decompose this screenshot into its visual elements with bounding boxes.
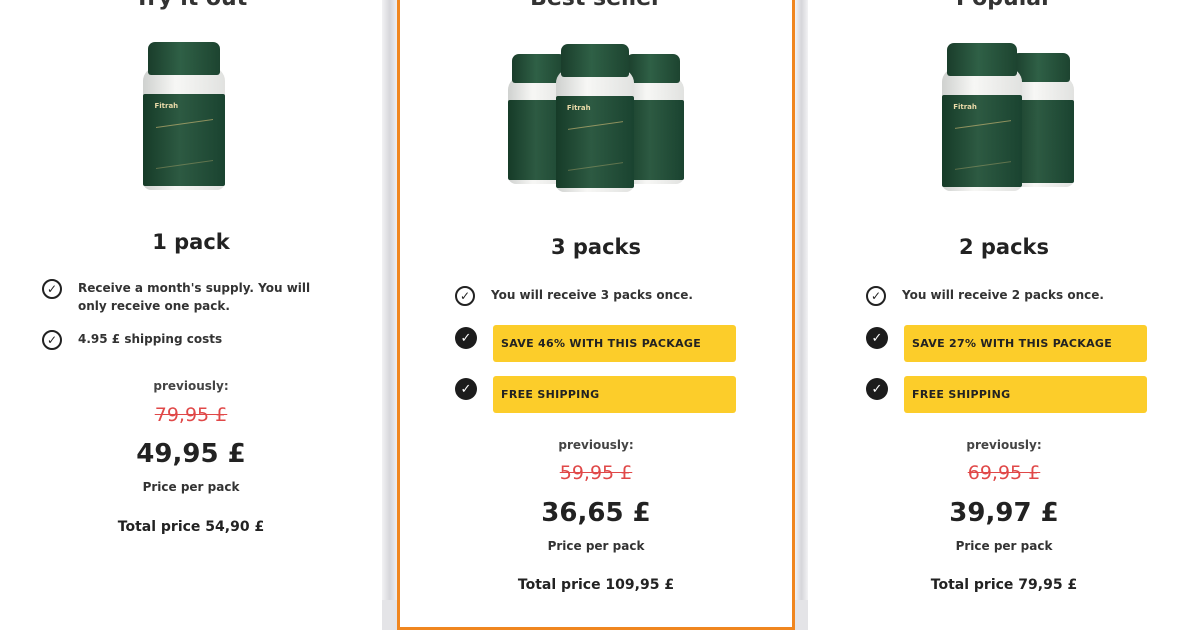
total-price: Total price 79,95 £	[930, 577, 1078, 593]
offer-tagline: Best seller	[400, 0, 792, 11]
card-gap-1	[382, 0, 398, 600]
product-brand: Fitrah	[566, 104, 591, 113]
offer-card-1-pack[interactable]: Try it out Fitrah 1 pack ✓ Receive a mon…	[0, 0, 382, 630]
previously-label: previously:	[966, 438, 1042, 452]
price-per-pack-label: Price per pack	[547, 539, 645, 553]
offer-tagline: Try it out	[0, 0, 382, 11]
old-price: 59,95 £	[559, 462, 633, 484]
product-image-3-bottles: Fitrah	[504, 44, 688, 192]
savings-badge: SAVE 27% WITH THIS PACKAGE	[904, 325, 1147, 362]
supplement-bottle-icon: Fitrah	[556, 44, 634, 192]
feature-item: ✓ You will receive 3 packs once.	[455, 286, 755, 306]
old-price: 79,95 £	[154, 404, 228, 426]
offer-card-3-packs[interactable]: Best seller Fitrah 3 packs ✓ You will re…	[397, 0, 795, 630]
feature-text: You will receive 3 packs once.	[491, 288, 693, 302]
pack-title: 3 packs	[550, 235, 642, 259]
previously-label: previously:	[558, 438, 634, 452]
feature-item: ✓ You will receive 2 packs once.	[866, 286, 1166, 306]
product-brand: Fitrah	[953, 103, 977, 112]
check-circle-filled-icon: ✓	[455, 327, 477, 349]
product-image-1-bottle: Fitrah	[143, 42, 225, 190]
supplement-bottle-icon: Fitrah	[942, 43, 1022, 191]
check-circle-icon: ✓	[42, 330, 62, 350]
new-price: 36,65 £	[541, 498, 651, 528]
check-circle-filled-icon: ✓	[866, 378, 888, 400]
feature-item: ✓ Receive a month's supply. You will onl…	[42, 279, 332, 315]
new-price: 39,97 £	[949, 498, 1059, 528]
feature-text: 4.95 £ shipping costs	[78, 332, 223, 346]
total-price: Total price 109,95 £	[517, 577, 675, 593]
free-shipping-badge: FREE SHIPPING	[904, 376, 1147, 413]
check-circle-icon: ✓	[455, 286, 475, 306]
pack-title: 2 packs	[958, 235, 1050, 259]
savings-badge: SAVE 46% WITH THIS PACKAGE	[493, 325, 736, 362]
old-price: 69,95 £	[967, 462, 1041, 484]
product-image-2-bottles: Fitrah	[942, 43, 1078, 191]
feature-text: You will receive 2 packs once.	[902, 288, 1104, 302]
card-gap-2	[795, 0, 808, 600]
price-per-pack-label: Price per pack	[955, 539, 1053, 553]
previously-label: previously:	[153, 379, 229, 393]
offer-card-2-packs[interactable]: Popular Fitrah 2 packs ✓ You will receiv…	[808, 0, 1200, 630]
feature-text: Receive a month's supply. You will only …	[78, 281, 311, 313]
product-brand: Fitrah	[154, 102, 179, 111]
check-circle-icon: ✓	[42, 279, 62, 299]
price-per-pack-label: Price per pack	[142, 480, 240, 494]
check-circle-filled-icon: ✓	[455, 378, 477, 400]
feature-item: ✓ 4.95 £ shipping costs	[42, 330, 332, 350]
new-price: 49,95 £	[136, 439, 246, 469]
free-shipping-badge: FREE SHIPPING	[493, 376, 736, 413]
check-circle-filled-icon: ✓	[866, 327, 888, 349]
supplement-bottle-icon: Fitrah	[143, 42, 225, 190]
total-price: Total price 54,90 £	[117, 519, 265, 535]
pack-title: 1 pack	[152, 230, 230, 254]
check-circle-icon: ✓	[866, 286, 886, 306]
offer-tagline: Popular	[808, 0, 1200, 11]
